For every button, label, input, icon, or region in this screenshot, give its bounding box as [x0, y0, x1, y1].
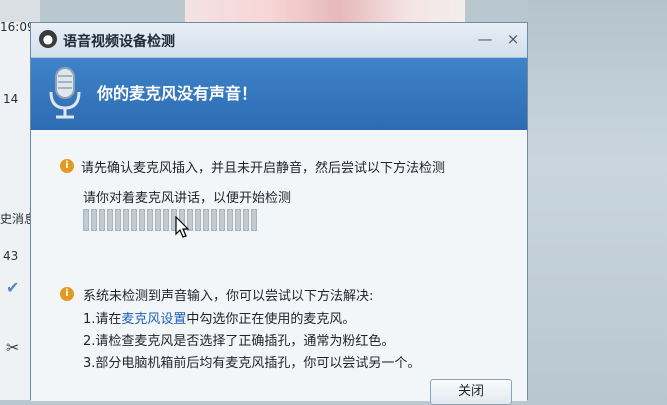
volume-meter-segment [211, 209, 217, 231]
volume-meter-segment [163, 209, 169, 231]
voice-video-device-test-dialog: ● 语音视频设备检测 — × 你的麦克风没有声音！ i 请先确认麦克风插入，并且… [30, 22, 528, 405]
volume-meter-segment [227, 209, 233, 231]
checkmark-icon: ✔ [6, 278, 20, 297]
background-chat-header [0, 0, 40, 22]
dialog-title: 语音视频设备检测 [63, 34, 175, 50]
volume-meter-segment [83, 209, 89, 231]
step-1-suffix: 中勾选你正在使用的麦克风。 [186, 312, 356, 327]
background-desktop [528, 0, 667, 400]
volume-meter-segment [147, 209, 153, 231]
no-input-message: 系统未检测到声音输入，你可以尝试以下方法解决: [83, 289, 374, 304]
volume-meter-segment [91, 209, 97, 231]
close-button[interactable]: 关闭 [430, 379, 512, 405]
microphone-settings-link[interactable]: 麦克风设置 [121, 312, 186, 327]
volume-meter-segment [139, 209, 145, 231]
info-icon: i [60, 159, 74, 173]
volume-meter-segment [155, 209, 161, 231]
mouse-cursor-icon [175, 215, 191, 240]
volume-meter-segment [243, 209, 249, 231]
step-1: 1.请在麦克风设置中勾选你正在使用的麦克风。 [83, 308, 355, 327]
qq-penguin-icon: ● [39, 30, 57, 48]
info-icon: i [60, 287, 74, 301]
background-text: 14 [3, 92, 19, 106]
volume-meter-segment [251, 209, 257, 231]
minimize-button[interactable]: — [475, 29, 495, 49]
warning-banner: 你的麦克风没有声音！ [31, 58, 527, 130]
step-1-prefix: 1.请在 [83, 312, 122, 327]
background-text: 43 [3, 249, 19, 263]
volume-meter-segment [107, 209, 113, 231]
scissors-icon: ✂ [6, 338, 20, 357]
banner-message: 你的麦克风没有声音！ [97, 84, 258, 103]
volume-meter [83, 209, 257, 231]
volume-meter-segment [195, 209, 201, 231]
volume-meter-segment [203, 209, 209, 231]
volume-meter-segment [115, 209, 121, 231]
microphone-icon [43, 64, 87, 122]
speak-prompt: 请你对着麦克风讲话，以便开始检测 [83, 191, 292, 206]
title-bar: ● 语音视频设备检测 — × [31, 23, 527, 58]
step-3: 3.部分电脑机箱前后均有麦克风插孔，你可以尝试另一个。 [83, 356, 421, 371]
volume-meter-segment [99, 209, 105, 231]
instruction-text: 请先确认麦克风插入，并且未开启静音，然后尝试以下方法检测 [81, 161, 446, 176]
volume-meter-segment [235, 209, 241, 231]
step-2: 2.请检查麦克风是否选择了正确插孔，通常为粉红色。 [83, 334, 395, 349]
dialog-content: i 请先确认麦克风插入，并且未开启静音，然后尝试以下方法检测 请你对着麦克风讲话… [31, 130, 527, 405]
volume-meter-segment [123, 209, 129, 231]
close-icon[interactable]: × [503, 29, 523, 49]
volume-meter-segment [131, 209, 137, 231]
volume-meter-segment [219, 209, 225, 231]
